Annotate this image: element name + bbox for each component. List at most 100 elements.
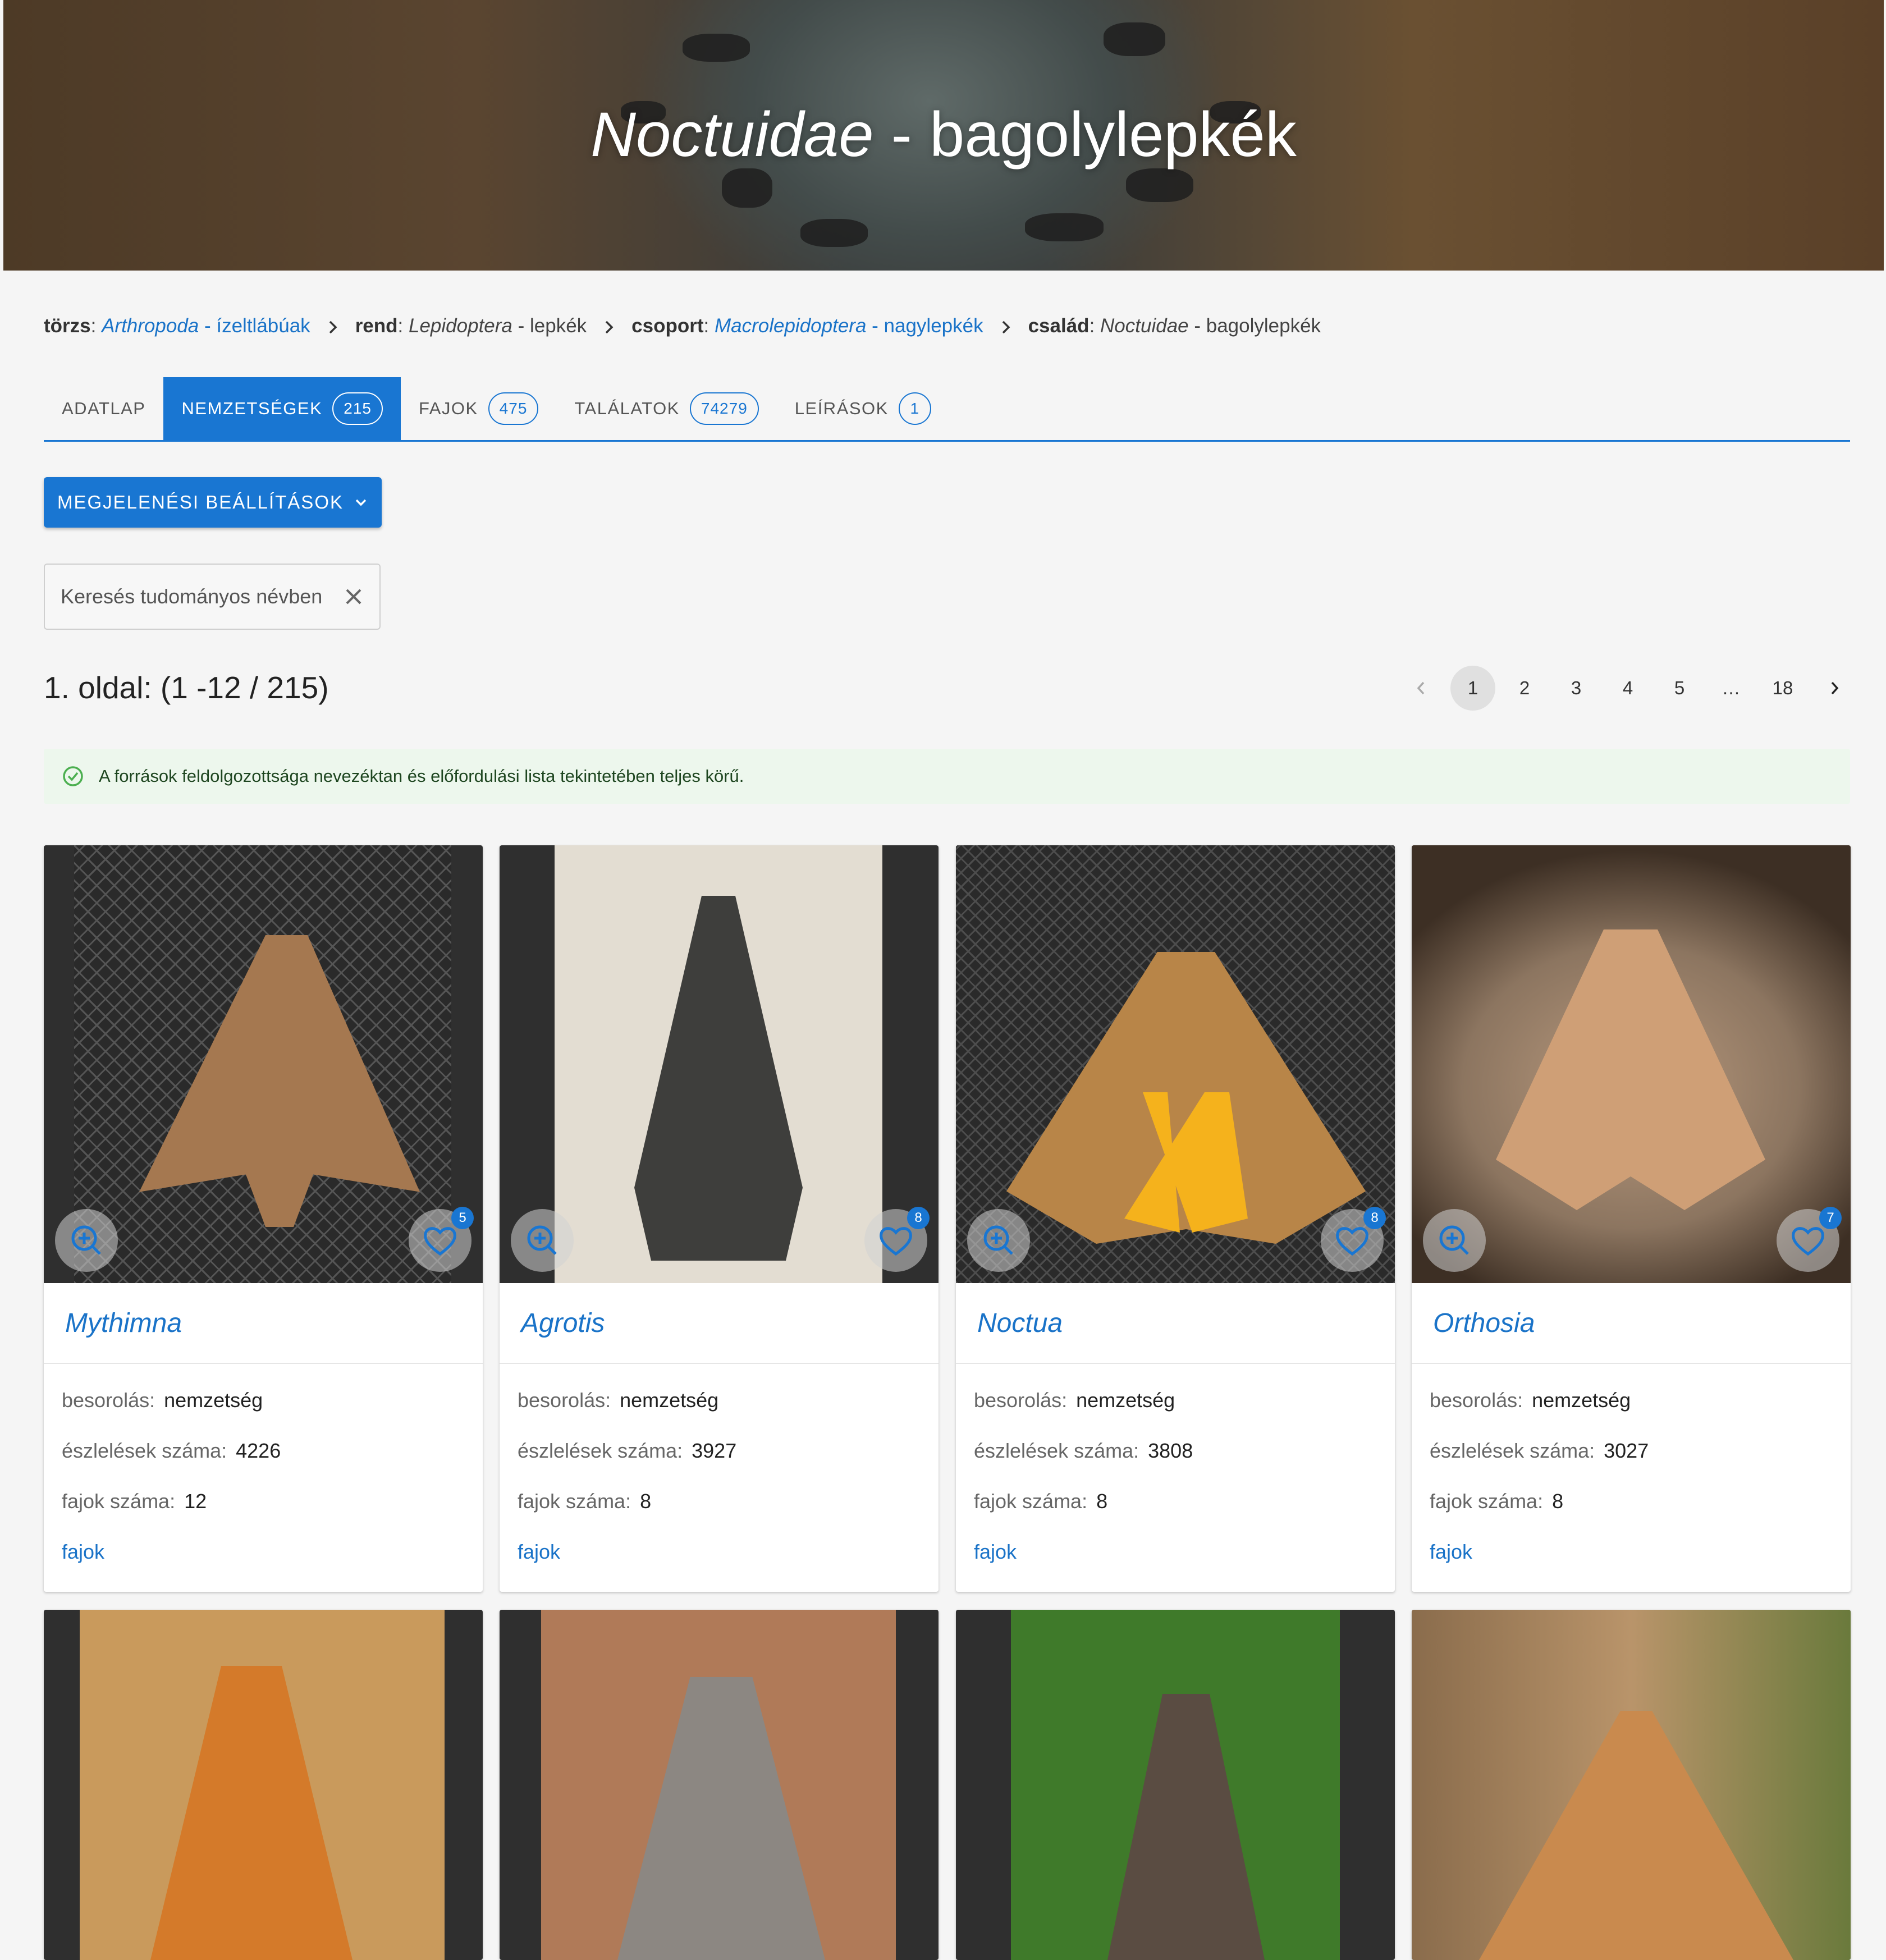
- field-value: 12: [184, 1490, 207, 1513]
- heart-icon: [1336, 1227, 1368, 1256]
- tab-label: LEÍRÁSOK: [794, 399, 889, 418]
- tab-fajok[interactable]: FAJOK 475: [401, 377, 556, 440]
- classification-row: besorolás: nemzetség: [1430, 1375, 1833, 1426]
- field-label: fajok száma:: [518, 1490, 631, 1513]
- page-button[interactable]: 5: [1657, 666, 1702, 711]
- breadcrumb-label: csoport: [631, 315, 704, 337]
- field-label: fajok száma:: [974, 1490, 1088, 1513]
- classification-row: besorolás: nemzetség: [518, 1375, 921, 1426]
- favorite-button[interactable]: 7: [1777, 1207, 1842, 1272]
- genus-photo[interactable]: 8: [956, 845, 1395, 1283]
- breadcrumb-common: - ízeltlábúak: [199, 315, 310, 337]
- alert-text: A források feldolgozottsága nevezéktan é…: [99, 766, 744, 786]
- field-value: 4226: [236, 1439, 281, 1462]
- breadcrumb-link-macrolepidoptera[interactable]: Macrolepidoptera - nagylepkék: [715, 315, 983, 337]
- genus-name-link[interactable]: Orthosia: [1412, 1283, 1851, 1364]
- tab-bar: ADATLAP NEMZETSÉGEK 215 FAJOK 475 TALÁLA…: [44, 377, 1850, 442]
- field-label: észlelések száma:: [62, 1439, 227, 1462]
- page-button[interactable]: 4: [1605, 666, 1650, 711]
- chevron-right-icon: [1831, 681, 1839, 695]
- genus-card: [956, 1610, 1395, 1960]
- page-info: 1. oldal: (1 -12 / 215): [44, 670, 329, 705]
- tab-talalatok[interactable]: TALÁLATOK 74279: [556, 377, 776, 440]
- page-button[interactable]: 18: [1760, 666, 1805, 711]
- breadcrumb-sci: Lepidoptera: [409, 315, 512, 337]
- prev-page-button[interactable]: [1399, 666, 1444, 711]
- field-label: besorolás:: [62, 1389, 155, 1412]
- field-label: besorolás:: [974, 1389, 1068, 1412]
- genus-photo[interactable]: [44, 1610, 483, 1960]
- page-button[interactable]: 2: [1502, 666, 1547, 711]
- species-link[interactable]: fajok: [1430, 1540, 1472, 1563]
- completeness-alert: A források feldolgozottsága nevezéktan é…: [44, 749, 1850, 804]
- field-value: nemzetség: [1532, 1389, 1631, 1412]
- genus-photo[interactable]: 5: [44, 845, 483, 1283]
- zoom-button[interactable]: [967, 1209, 1030, 1272]
- chevron-down-icon: [355, 499, 367, 506]
- tab-adatlap[interactable]: ADATLAP: [44, 377, 163, 440]
- tab-label: ADATLAP: [62, 399, 146, 418]
- page-button[interactable]: 3: [1554, 666, 1599, 711]
- breadcrumb-link-arthropoda[interactable]: Arthropoda - ízeltlábúak: [102, 315, 310, 337]
- field-label: észlelések száma:: [518, 1439, 683, 1462]
- species-link[interactable]: fajok: [518, 1540, 560, 1563]
- genus-photo[interactable]: [956, 1610, 1395, 1960]
- zoom-button[interactable]: [1423, 1209, 1486, 1272]
- heart-icon: [880, 1227, 912, 1256]
- species-link[interactable]: fajok: [62, 1540, 104, 1563]
- zoom-in-icon: [1439, 1225, 1469, 1255]
- tab-leirasok[interactable]: LEÍRÁSOK 1: [777, 377, 949, 440]
- check-circle-icon: [63, 766, 83, 786]
- zoom-button[interactable]: [55, 1209, 118, 1272]
- heart-icon: [424, 1227, 456, 1256]
- breadcrumb-sci: Noctuidae: [1100, 315, 1189, 337]
- display-settings-label: MEGJELENÉSI BEÁLLÍTÁSOK: [57, 492, 344, 512]
- page-button[interactable]: 1: [1450, 666, 1495, 711]
- tab-count-badge: 74279: [689, 392, 759, 425]
- field-value: 3808: [1148, 1439, 1193, 1462]
- observations-row: észlelések száma: 3808: [974, 1426, 1377, 1476]
- zoom-button[interactable]: [511, 1209, 574, 1272]
- tab-nemzetsegek[interactable]: NEMZETSÉGEK 215: [163, 377, 401, 440]
- field-label: besorolás:: [1430, 1389, 1523, 1412]
- genus-photo[interactable]: [1412, 1610, 1851, 1960]
- genus-name-link[interactable]: Agrotis: [500, 1283, 939, 1364]
- next-page-button[interactable]: [1812, 666, 1857, 711]
- breadcrumb: törzs: Arthropoda - ízeltlábúak rend: Le…: [44, 312, 1321, 340]
- genus-card: [1412, 1610, 1851, 1960]
- favorite-button[interactable]: 8: [864, 1207, 930, 1272]
- page-title: Noctuidae - bagolylepkék: [3, 95, 1884, 174]
- chevron-right-icon: [983, 315, 1028, 337]
- species-count-row: fajok száma: 12: [62, 1476, 465, 1527]
- genus-card: 7 Orthosia besorolás: nemzetség észlelése…: [1412, 845, 1851, 1592]
- tab-label: FAJOK: [418, 399, 478, 418]
- favorite-button[interactable]: 5: [409, 1207, 474, 1272]
- pagination: 1 2 3 4 5 … 18: [1392, 666, 1857, 711]
- genus-photo[interactable]: 8: [500, 845, 939, 1283]
- genus-name-link[interactable]: Mythimna: [44, 1283, 483, 1364]
- search-input[interactable]: [59, 584, 342, 609]
- genus-card: 8 Agrotis besorolás: nemzetség észlelések…: [500, 845, 939, 1592]
- genus-name-link[interactable]: Noctua: [956, 1283, 1395, 1364]
- breadcrumb-sci: Arthropoda: [102, 315, 199, 337]
- favorite-button[interactable]: 8: [1321, 1207, 1386, 1272]
- favorite-count: 8: [1363, 1207, 1386, 1229]
- favorite-count: 5: [451, 1207, 474, 1229]
- chevron-right-icon: [310, 315, 355, 337]
- genus-card: 5 Mythimna besorolás: nemzetség észlelése…: [44, 845, 483, 1592]
- close-icon[interactable]: [342, 585, 365, 608]
- breadcrumb-group: csoport: Macrolepidoptera - nagylepkék: [631, 315, 983, 337]
- species-count-row: fajok száma: 8: [1430, 1476, 1833, 1527]
- field-label: fajok száma:: [1430, 1490, 1544, 1513]
- zoom-in-icon: [983, 1225, 1013, 1255]
- breadcrumb-sci: Macrolepidoptera: [714, 315, 867, 337]
- genus-photo[interactable]: [500, 1610, 939, 1960]
- species-link[interactable]: fajok: [974, 1540, 1017, 1563]
- genus-photo[interactable]: 7: [1412, 845, 1851, 1283]
- field-label: észlelések száma:: [1430, 1439, 1595, 1462]
- field-value: 3027: [1604, 1439, 1649, 1462]
- display-settings-button[interactable]: MEGJELENÉSI BEÁLLÍTÁSOK: [44, 477, 382, 528]
- breadcrumb-common: - bagolylepkék: [1188, 315, 1321, 337]
- zoom-in-icon: [527, 1225, 557, 1255]
- heart-icon: [1792, 1227, 1824, 1256]
